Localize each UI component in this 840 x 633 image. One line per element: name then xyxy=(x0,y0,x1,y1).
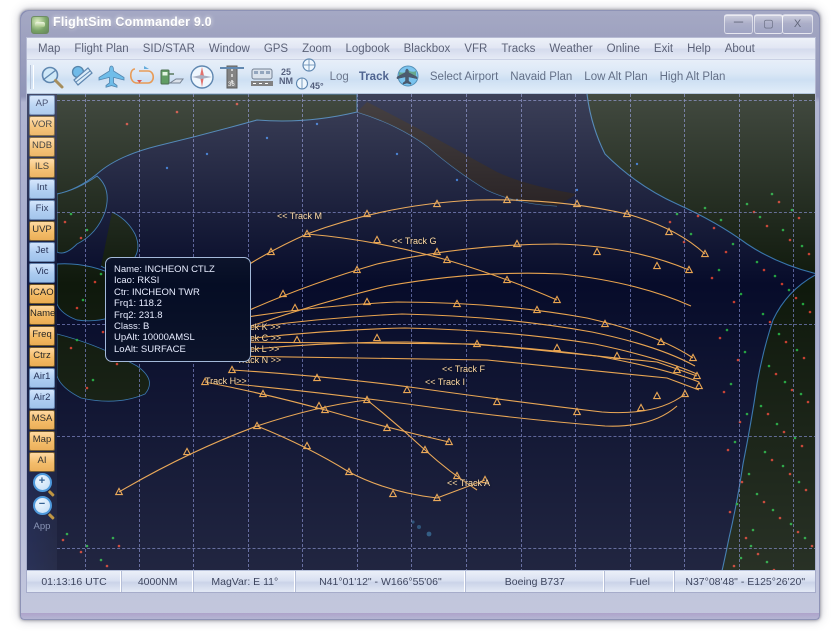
range-circle-icon[interactable] xyxy=(301,58,317,77)
menu-item-vfr[interactable]: VFR xyxy=(457,40,494,58)
menu-item-flight-plan[interactable]: Flight Plan xyxy=(67,40,135,58)
bearing-circle-icon[interactable] xyxy=(295,77,309,95)
sidebar-item-app[interactable]: App xyxy=(29,519,55,537)
info-loalt: LoAlt: SURFACE xyxy=(114,343,186,355)
application-window: FlightSim Commander 9.0 ─ ▢ X Map Flight… xyxy=(20,10,820,620)
menu-item-online[interactable]: Online xyxy=(600,40,647,58)
status-cursor-pos: N41°01'12" - W166°55'06" xyxy=(296,571,466,592)
menu-item-help[interactable]: Help xyxy=(680,40,718,58)
menu-item-logbook[interactable]: Logbook xyxy=(339,40,397,58)
search-map-icon[interactable] xyxy=(38,64,66,90)
menu-item-blackbox[interactable]: Blackbox xyxy=(397,40,458,58)
sidebar-item-ndb[interactable]: NDB xyxy=(29,137,55,157)
sidebar-item-freq[interactable]: Freq xyxy=(29,326,55,346)
status-aircraft: Boeing B737 xyxy=(466,571,606,592)
sidebar-item-uvp[interactable]: UVP xyxy=(29,221,55,241)
maximize-icon: ▢ xyxy=(763,18,774,30)
globe-plane-icon[interactable] xyxy=(395,64,423,90)
navaid-plan-link[interactable]: Navaid Plan xyxy=(510,71,572,83)
maximize-button[interactable]: ▢ xyxy=(754,14,783,34)
client-area: Map Flight Plan SID/STAR Window GPS Zoom… xyxy=(26,37,816,593)
sidebar-item-ai[interactable]: AI xyxy=(29,452,55,472)
menu-item-exit[interactable]: Exit xyxy=(647,40,680,58)
status-fuel: Fuel xyxy=(605,571,676,592)
close-icon: X xyxy=(793,18,802,30)
sidebar-item-name[interactable]: Name xyxy=(29,305,55,325)
menu-item-tracks[interactable]: Tracks xyxy=(494,40,542,58)
menu-item-about[interactable]: About xyxy=(718,40,762,58)
menu-item-sid-star[interactable]: SID/STAR xyxy=(136,40,202,58)
track-label-f: << Track F xyxy=(442,364,486,374)
status-aircraft-pos: N37°08'48" - E125°26'20" xyxy=(685,575,806,588)
runway-icon[interactable]: 36 xyxy=(218,64,246,90)
sidebar-item-int[interactable]: Int xyxy=(29,179,55,199)
window-bottom-glow xyxy=(21,613,819,619)
track-label-i: << Track I xyxy=(425,377,466,387)
map-canvas[interactable]: << Track M << Track G Track K >> Track C… xyxy=(57,94,815,592)
map-panel: AP VOR NDB ILS Int Fix UVP Jet Vic ICAO … xyxy=(27,94,815,592)
status-bar: 01:13:16 UTC 4000NM MagVar: E 11° N41°01… xyxy=(27,570,815,592)
menu-item-zoom[interactable]: Zoom xyxy=(295,40,338,58)
info-icao: Icao: RKSI xyxy=(114,275,160,287)
window-title: FlightSim Commander 9.0 xyxy=(53,15,212,29)
status-utc-time: 01:13:16 UTC xyxy=(27,571,123,592)
track-label-m: << Track M xyxy=(277,211,323,221)
menu-item-weather[interactable]: Weather xyxy=(542,40,599,58)
info-upalt: UpAlt: 10000AMSL xyxy=(114,332,195,344)
info-class: Class: B xyxy=(114,321,150,333)
airport-terminal-icon[interactable] xyxy=(248,64,276,90)
low-alt-plan-link[interactable]: Low Alt Plan xyxy=(584,71,647,83)
sidebar-item-ils[interactable]: ILS xyxy=(29,158,55,178)
menu-item-gps[interactable]: GPS xyxy=(257,40,295,58)
minimize-button[interactable]: ─ xyxy=(724,14,753,34)
zoom-out-button[interactable]: − xyxy=(29,496,55,518)
menu-item-window[interactable]: Window xyxy=(202,40,257,58)
sidebar-item-air2[interactable]: Air2 xyxy=(29,389,55,409)
high-alt-plan-link[interactable]: High Alt Plan xyxy=(660,71,726,83)
sidebar-item-fix[interactable]: Fix xyxy=(29,200,55,220)
toolbar: 36 25 NM 45° Log Track Select Airport Na… xyxy=(27,58,815,95)
track-label-h: Track H>> xyxy=(205,376,247,386)
svg-text:36: 36 xyxy=(228,82,235,88)
log-toggle[interactable]: Log xyxy=(330,71,349,83)
compass-rose-icon[interactable] xyxy=(188,64,216,90)
info-frq2: Frq2: 231.8 xyxy=(114,309,163,321)
close-button[interactable]: X xyxy=(782,14,813,34)
info-ctr: Ctr: INCHEON TWR xyxy=(114,286,200,298)
sidebar-item-jet[interactable]: Jet xyxy=(29,242,55,262)
sidebar-item-map[interactable]: Map xyxy=(29,431,55,451)
sidebar-item-ctrz[interactable]: Ctrz xyxy=(29,347,55,367)
info-name: Name: INCHEON CTLZ xyxy=(114,264,215,275)
bearing-value: 45° xyxy=(310,80,324,91)
aircraft-icon[interactable] xyxy=(98,64,126,90)
zoom-out-label: − xyxy=(38,498,46,510)
select-airport-link[interactable]: Select Airport xyxy=(430,71,498,83)
airport-info-tooltip: Name: INCHEON CTLZ Icao: RKSI Ctr: INCHE… xyxy=(105,257,251,363)
fuel-icon[interactable] xyxy=(158,64,186,90)
status-magvar: MagVar: E 11° xyxy=(194,571,297,592)
sidebar-item-msa[interactable]: MSA xyxy=(29,410,55,430)
status-range: 4000NM xyxy=(122,571,195,592)
app-globe-icon xyxy=(31,16,49,34)
toolbar-separator xyxy=(30,64,34,89)
menu-bar: Map Flight Plan SID/STAR Window GPS Zoom… xyxy=(27,38,815,60)
range-unit: NM xyxy=(279,75,293,86)
track-toggle[interactable]: Track xyxy=(359,71,389,83)
navaid-icon[interactable] xyxy=(68,64,96,90)
title-bar: FlightSim Commander 9.0 ─ ▢ X xyxy=(21,11,819,37)
sidebar-item-air1[interactable]: Air1 xyxy=(29,368,55,388)
map-layer-sidebar: AP VOR NDB ILS Int Fix UVP Jet Vic ICAO … xyxy=(27,94,58,592)
sidebar-item-vic[interactable]: Vic xyxy=(29,263,55,283)
sidebar-item-ap[interactable]: AP xyxy=(29,95,55,115)
sidebar-item-icao[interactable]: ICAO xyxy=(29,284,55,304)
menu-item-map[interactable]: Map xyxy=(31,40,67,58)
holding-pattern-icon[interactable] xyxy=(128,64,156,90)
zoom-in-button[interactable]: + xyxy=(29,473,55,495)
zoom-in-label: + xyxy=(38,475,46,487)
track-label-a: << Track A xyxy=(447,478,491,488)
minimize-icon: ─ xyxy=(733,14,744,29)
track-label-g: << Track G xyxy=(392,236,437,246)
sidebar-item-vor[interactable]: VOR xyxy=(29,116,55,136)
info-frq1: Frq1: 118.2 xyxy=(114,298,162,310)
